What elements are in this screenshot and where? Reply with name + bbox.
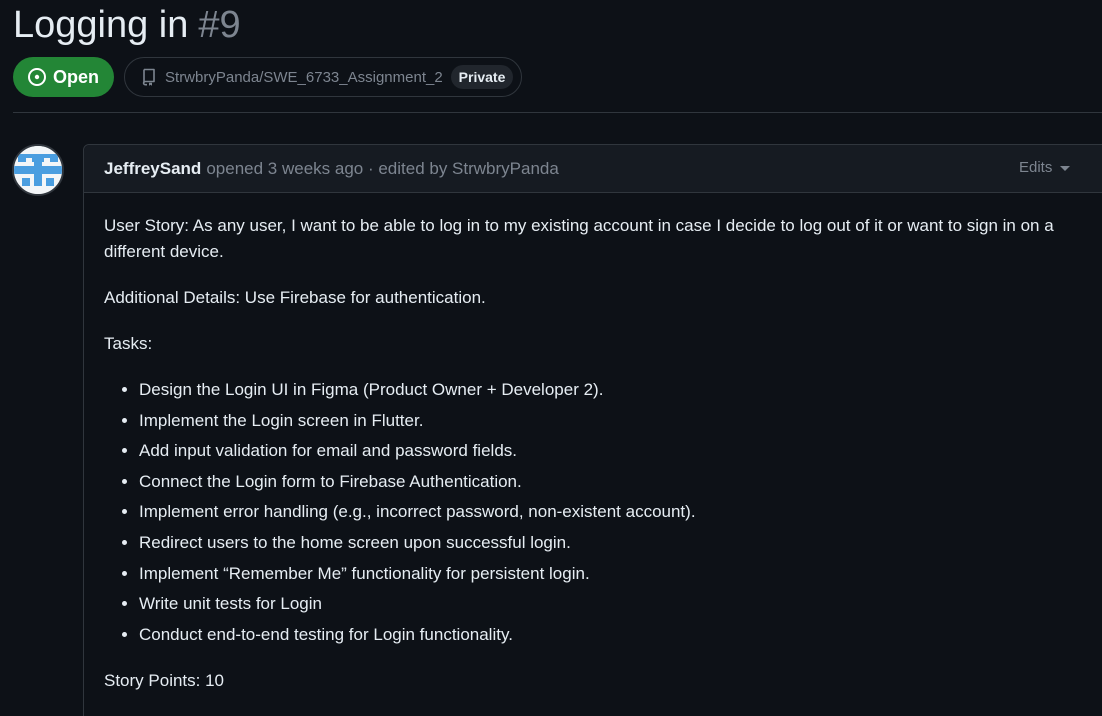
user-story: User Story: As any user, I want to be ab… [104,216,1054,261]
list-item: Redirect users to the home screen upon s… [139,530,1102,556]
edits-dropdown[interactable]: Edits [1019,159,1071,176]
list-item: Implement the Login screen in Flutter. [139,408,1102,434]
issue-title: Logging in #9 [13,0,241,50]
identicon-avatar [14,146,62,194]
comment-author[interactable]: JeffreySand [104,159,201,179]
issue-number: #9 [198,4,241,46]
issue-page: Logging in #9 Open StrwbryPanda/SWE_6733_… [0,0,1102,716]
list-item: Add input validation for email and passw… [139,438,1102,464]
story-points: Story Points: 10 [104,670,225,690]
issue-meta: Open StrwbryPanda/SWE_6733_Assignment_2 … [13,57,523,97]
edits-label: Edits [1019,159,1053,176]
list-item: Conduct end-to-end testing for Login fun… [139,622,1102,648]
comment-meta: opened 3 weeks ago · edited by StrwbryPa… [206,158,559,178]
list-item: Design the Login UI in Figma (Product Ow… [139,377,1102,403]
header-divider [13,112,1102,113]
avatar[interactable] [12,144,64,196]
visibility-badge: Private [450,65,514,89]
state-badge: Open [13,57,115,97]
list-item: Implement error handling (e.g., incorrec… [139,499,1102,525]
repo-name: StrwbryPanda/SWE_6733_Assignment_2 [165,68,443,86]
issue-comment: JeffreySand opened 3 weeks ago · edited … [83,144,1102,716]
chevron-down-icon [1060,166,1071,171]
state-label: Open [53,66,100,87]
additional-details: Additional Details: Use Firebase for aut… [104,288,486,307]
comment-body: User Story: As any user, I want to be ab… [84,193,1102,694]
comment-header: JeffreySand opened 3 weeks ago · edited … [84,145,1102,193]
repo-icon [142,68,155,86]
list-item: Connect the Login form to Firebase Authe… [139,469,1102,495]
task-list: Design the Login UI in Figma (Product Ow… [104,377,1102,648]
list-item: Implement “Remember Me” functionality fo… [139,561,1102,587]
repo-link[interactable]: StrwbryPanda/SWE_6733_Assignment_2 Priva… [124,57,523,97]
tasks-heading: Tasks: [104,334,153,353]
issue-title-text: Logging in [13,4,189,46]
list-item: Write unit tests for Login [139,591,1102,617]
issue-opened-icon [28,68,46,86]
